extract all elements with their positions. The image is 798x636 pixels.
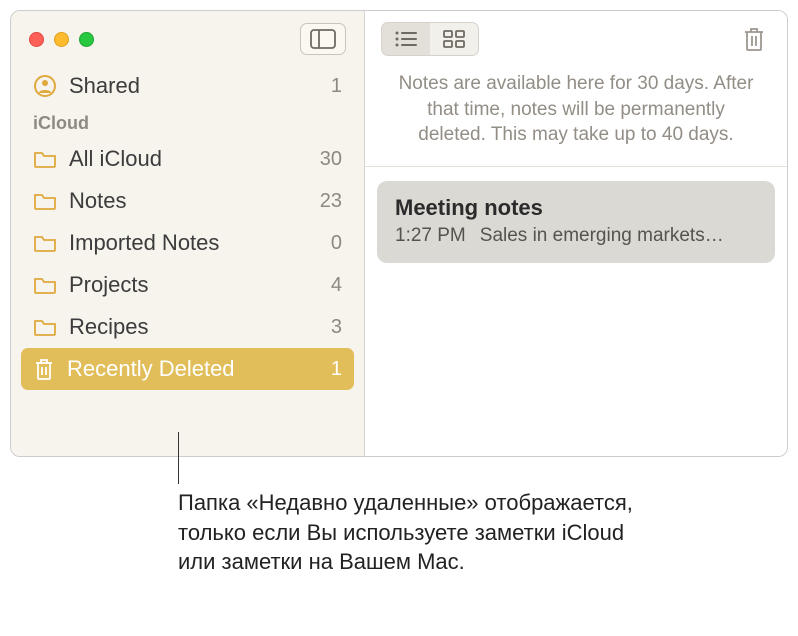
sidebar: Shared 1 iCloud All iCloud 30 Notes 23 I… (11, 11, 365, 456)
folder-label: Recently Deleted (67, 356, 235, 382)
shared-count: 1 (331, 75, 342, 98)
folder-count: 3 (331, 316, 342, 339)
grid-icon (443, 30, 465, 48)
folder-count: 1 (331, 358, 342, 381)
folder-count: 30 (320, 148, 342, 171)
trash-icon (743, 26, 765, 52)
folder-label: Imported Notes (69, 230, 219, 256)
folder-count: 0 (331, 232, 342, 255)
folder-label: All iCloud (69, 146, 162, 172)
folder-recently-deleted[interactable]: Recently Deleted 1 (21, 348, 354, 390)
app-window: Shared 1 iCloud All iCloud 30 Notes 23 I… (10, 10, 788, 457)
delete-button[interactable] (737, 22, 771, 56)
folder-icon (33, 317, 57, 337)
main-toolbar (365, 11, 787, 67)
list-view-button[interactable] (382, 23, 430, 55)
zoom-window-button[interactable] (79, 32, 94, 47)
deletion-info-banner: Notes are available here for 30 days. Af… (365, 67, 787, 167)
folder-icon (33, 149, 57, 169)
callout-line (178, 432, 179, 484)
folder-list: All iCloud 30 Notes 23 Imported Notes 0 … (11, 138, 364, 390)
minimize-window-button[interactable] (54, 32, 69, 47)
folder-projects[interactable]: Projects 4 (11, 264, 364, 306)
folder-count: 23 (320, 190, 342, 213)
close-window-button[interactable] (29, 32, 44, 47)
shared-label: Shared (69, 73, 140, 99)
titlebar (11, 11, 364, 67)
section-label-icloud: iCloud (11, 111, 364, 138)
toggle-sidebar-button[interactable] (300, 23, 346, 55)
folder-count: 4 (331, 274, 342, 297)
folder-imported-notes[interactable]: Imported Notes 0 (11, 222, 364, 264)
folder-notes[interactable]: Notes 23 (11, 180, 364, 222)
shared-icon (33, 74, 57, 98)
folder-label: Projects (69, 272, 148, 298)
note-time: 1:27 PM (395, 225, 466, 247)
folder-icon (33, 191, 57, 211)
folder-icon (33, 275, 57, 295)
window-controls (29, 32, 94, 47)
folder-icon (33, 233, 57, 253)
gallery-view-button[interactable] (430, 23, 478, 55)
shared-folder[interactable]: Shared 1 (11, 67, 364, 111)
trash-icon (33, 357, 55, 381)
folder-recipes[interactable]: Recipes 3 (11, 306, 364, 348)
caption-text: Папка «Недавно удаленные» отображается, … (178, 488, 648, 577)
sidebar-icon (310, 29, 336, 49)
folder-label: Notes (69, 188, 126, 214)
list-icon (394, 30, 418, 48)
folder-all-icloud[interactable]: All iCloud 30 (11, 138, 364, 180)
note-meta: 1:27 PM Sales in emerging markets… (395, 225, 757, 247)
note-title: Meeting notes (395, 195, 757, 221)
main-pane: Notes are available here for 30 days. Af… (365, 11, 787, 456)
view-switcher (381, 22, 479, 56)
folder-label: Recipes (69, 314, 148, 340)
note-preview: Sales in emerging markets… (480, 225, 757, 247)
note-list-item[interactable]: Meeting notes 1:27 PM Sales in emerging … (377, 181, 775, 263)
